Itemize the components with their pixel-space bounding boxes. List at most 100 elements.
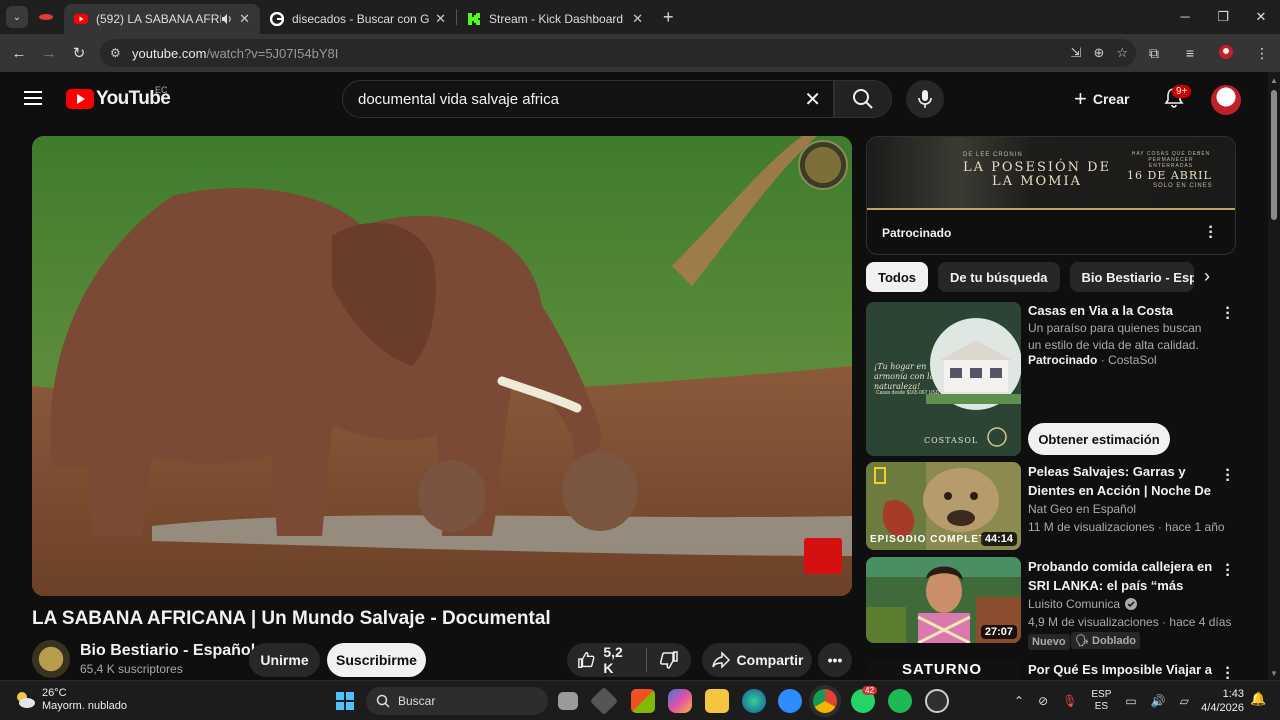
- clock[interactable]: 1:43 4/4/2026: [1196, 687, 1244, 715]
- join-button[interactable]: Unirme: [249, 643, 320, 677]
- chip-all[interactable]: Todos: [866, 262, 929, 292]
- channel-name[interactable]: Bio Bestiario - Español: [80, 642, 255, 660]
- scroll-up-icon[interactable]: ▲: [1270, 76, 1278, 85]
- like-button[interactable]: 5,2 K: [567, 644, 647, 676]
- maximize-icon[interactable]: ❐: [1204, 0, 1242, 34]
- share-button[interactable]: Compartir: [702, 643, 812, 677]
- minimize-icon[interactable]: ─: [1166, 0, 1204, 34]
- task-view-icon[interactable]: [558, 692, 578, 710]
- volume-icon[interactable]: 🔊: [1151, 694, 1166, 708]
- media-control-icon[interactable]: ≡: [1172, 45, 1208, 61]
- install-app-icon[interactable]: ⇲: [1071, 45, 1082, 61]
- ad-thumbnail[interactable]: ¡Tu hogar en armonía con la naturaleza! …: [866, 302, 1021, 456]
- more-horizontal-icon: •••: [827, 652, 843, 668]
- search-query[interactable]: documental vida salvaje africa: [358, 91, 804, 108]
- item-menu-icon[interactable]: · · ·: [1224, 463, 1232, 489]
- tab-title: Stream - Kick Dashboard: [489, 12, 624, 26]
- tab-kick[interactable]: Stream - Kick Dashboard ✕: [457, 4, 653, 34]
- copilot-icon[interactable]: [668, 689, 692, 713]
- channel-name[interactable]: Luisito Comunica: [1028, 597, 1138, 611]
- profile-icon[interactable]: [1208, 44, 1244, 63]
- ad-banner-image[interactable]: DE LEE CRONIN LA POSESIÓN DE LA MOMIA HA…: [867, 137, 1235, 210]
- video-title-link[interactable]: Por Qué Es Imposible Viajar a: [1028, 660, 1214, 679]
- search-input[interactable]: documental vida salvaje africa ✕: [342, 80, 834, 118]
- channel-avatar[interactable]: [32, 640, 70, 678]
- browser-menu-icon[interactable]: ⋮: [1244, 45, 1280, 62]
- tab-youtube[interactable]: (592) LA SABANA AFRICANA ✕: [64, 4, 260, 34]
- edge-icon[interactable]: [742, 689, 766, 713]
- ad-sponsor-line: Patrocinado · CostaSol: [1028, 353, 1157, 367]
- speaker-icon[interactable]: [221, 13, 233, 25]
- weather-widget[interactable]: 26°C Mayorm. nublado: [14, 687, 127, 713]
- search-button[interactable]: [834, 80, 892, 118]
- create-button[interactable]: + Crear: [1074, 86, 1129, 112]
- zoom-icon[interactable]: ⊕: [1093, 45, 1104, 61]
- extensions-icon[interactable]: ⧉: [1136, 45, 1172, 62]
- zoom-icon[interactable]: [778, 689, 802, 713]
- tab-google[interactable]: disecados - Buscar con Google ✕: [260, 4, 456, 34]
- video-player[interactable]: [32, 136, 852, 596]
- channel-watermark-icon[interactable]: [798, 140, 848, 190]
- item-menu-icon[interactable]: · · ·: [1224, 666, 1232, 680]
- notifications-center-icon[interactable]: 🔔: [1250, 691, 1266, 707]
- close-tab-icon[interactable]: ✕: [632, 11, 643, 27]
- ad-banner-cinema: SOLO EN CINES: [1153, 183, 1213, 189]
- back-icon[interactable]: ←: [4, 45, 34, 62]
- chip-channel[interactable]: Bio Bestiario - Español: [1069, 262, 1194, 292]
- close-tab-icon[interactable]: ✕: [239, 11, 250, 27]
- get-estimate-button[interactable]: Obtener estimación: [1028, 423, 1170, 455]
- clear-search-icon[interactable]: ✕: [804, 87, 821, 112]
- sponsored-banner-card[interactable]: DE LEE CRONIN LA POSESIÓN DE LA MOMIA HA…: [866, 136, 1236, 255]
- tab-title: (592) LA SABANA AFRICANA: [96, 12, 222, 26]
- taskbar-search[interactable]: Buscar: [366, 687, 548, 715]
- page-scrollbar[interactable]: ▲ ▼: [1268, 72, 1280, 680]
- widgets-icon[interactable]: [589, 686, 619, 716]
- bell-overlay-icon[interactable]: [804, 538, 842, 574]
- display-icon[interactable]: ▭: [1125, 694, 1136, 708]
- scrollbar-thumb[interactable]: [1271, 90, 1277, 220]
- start-menu-icon[interactable]: [333, 689, 357, 713]
- forward-icon[interactable]: →: [34, 45, 64, 62]
- store-icon[interactable]: [631, 689, 655, 713]
- chrome-icon[interactable]: [813, 689, 837, 713]
- scroll-down-icon[interactable]: ▼: [1270, 669, 1278, 678]
- address-bar[interactable]: ⚙ youtube.com/watch?v=5J07I54bY8I ⇲ ⊕ ☆: [100, 39, 1136, 67]
- spotify-icon[interactable]: [888, 689, 912, 713]
- site-info-icon[interactable]: ⚙: [110, 46, 126, 60]
- chevron-up-icon[interactable]: ⌃: [1014, 694, 1024, 708]
- more-actions-button[interactable]: •••: [818, 643, 852, 677]
- video-title-link[interactable]: Probando comida callejera en SRI LANKA: …: [1028, 557, 1214, 595]
- chip-from-search[interactable]: De tu búsqueda: [938, 262, 1060, 292]
- ad-menu-icon[interactable]: · · ·: [1207, 220, 1215, 246]
- video-thumbnail[interactable]: SATURNO: [866, 660, 1021, 680]
- chevron-right-icon[interactable]: ›: [1204, 266, 1210, 287]
- menu-icon[interactable]: [24, 91, 42, 105]
- close-window-icon[interactable]: ✕: [1242, 0, 1280, 34]
- url-text[interactable]: youtube.com/watch?v=5J07I54bY8I: [132, 46, 338, 61]
- new-tab-icon[interactable]: +: [663, 7, 674, 28]
- microphone-icon[interactable]: 🎙: [1062, 694, 1077, 708]
- video-thumbnail[interactable]: 27:07: [866, 557, 1021, 643]
- file-explorer-icon[interactable]: [705, 689, 729, 713]
- subscribe-button[interactable]: Suscribirme: [327, 643, 426, 677]
- ad-title[interactable]: Casas en Via a la Costa: [1028, 301, 1214, 320]
- item-menu-icon[interactable]: · · ·: [1224, 301, 1232, 327]
- voice-search-button[interactable]: [906, 80, 944, 118]
- network-off-icon[interactable]: ⊘: [1038, 694, 1048, 708]
- tab-search-button[interactable]: ⌄: [6, 6, 28, 28]
- youtube-logo[interactable]: YouTube EC: [66, 85, 171, 110]
- obs-icon[interactable]: [925, 689, 949, 713]
- video-thumbnail[interactable]: EPISODIO COMPLETO 44:14: [866, 462, 1021, 550]
- reload-icon[interactable]: ↻: [64, 44, 94, 62]
- language-indicator[interactable]: ESP ES: [1091, 689, 1111, 713]
- bookmark-star-icon[interactable]: ☆: [1116, 45, 1128, 61]
- battery-icon[interactable]: ▱: [1180, 694, 1189, 708]
- video-title-link[interactable]: Peleas Salvajes: Garras y Dientes en Acc…: [1028, 462, 1214, 500]
- account-avatar[interactable]: [1211, 85, 1241, 115]
- close-tab-icon[interactable]: ✕: [435, 11, 446, 27]
- dislike-button[interactable]: [647, 650, 691, 670]
- thumb-slogan: ¡Tu hogar en armonía con la naturaleza!: [874, 362, 935, 391]
- channel-name[interactable]: Nat Geo en Español: [1028, 502, 1136, 516]
- item-menu-icon[interactable]: · · ·: [1224, 558, 1232, 584]
- pinned-tab[interactable]: [28, 3, 64, 31]
